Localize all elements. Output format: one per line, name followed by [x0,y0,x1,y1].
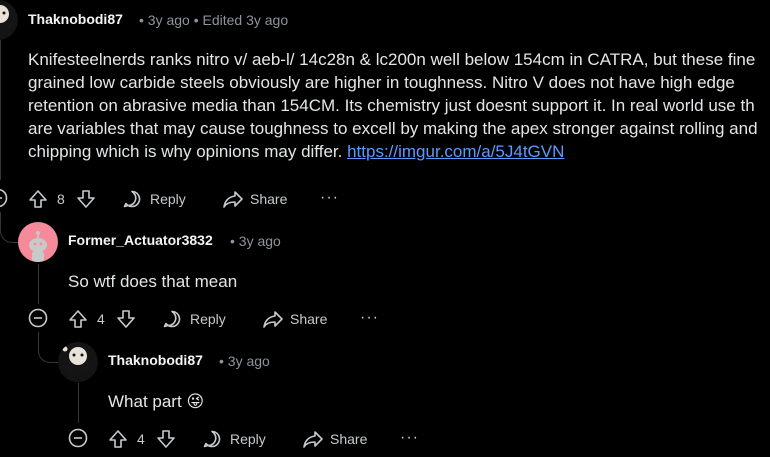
upvote-icon [69,310,87,328]
overflow-menu-button[interactable]: ··· [360,309,379,327]
overflow-menu-button[interactable]: ··· [320,189,339,207]
comment-body-line: Knifesteelnerds ranks nitro v/ aeb-l/ 14… [28,50,756,69]
reply-button[interactable]: Reply [122,189,186,209]
comment-body: Knifesteelnerds ranks nitro v/ aeb-l/ 14… [28,48,758,163]
comment-author[interactable]: Former_Actuator3832 [68,232,213,248]
downvote-icon [77,190,95,208]
downvote-button[interactable] [116,309,136,329]
upvote-icon [109,430,127,448]
share-arrow-icon [223,191,243,208]
thread-line-level2 [78,383,79,423]
share-button[interactable]: Share [222,189,287,209]
vote-count: 4 [97,311,105,327]
avatar[interactable] [0,0,18,40]
vote-count: 8 [57,191,65,207]
thread-elbow-2 [38,332,59,363]
share-button[interactable]: Share [262,309,327,329]
comment-body-text: What part [108,392,182,411]
emoji: 😜 [186,392,205,411]
reply-label: Reply [190,311,226,327]
reply-label: Reply [150,191,186,207]
comment-body: What part 😜 [108,390,204,413]
comment-body-text: chipping which is why opinions may diffe… [28,142,343,161]
thread-line-level1 [38,264,39,304]
downvote-icon [157,430,175,448]
comment-body-line: chipping which is why opinions may diffe… [28,140,758,163]
imgur-link[interactable]: https://imgur.com/a/5J4tGVN [347,142,564,161]
comment-meta: • 3y ago [219,353,270,369]
thread-elbow-1 [0,212,19,243]
collapse-button[interactable] [68,428,88,448]
share-arrow-icon [303,431,323,448]
collapse-icon [28,308,48,328]
share-label: Share [330,431,368,447]
reddit-snoo-avatar-icon [29,231,47,262]
downvote-button[interactable] [156,429,176,449]
comment-body-line: grained low carbide steels obviously are… [28,73,735,92]
upvote-icon [29,190,47,208]
downvote-icon [117,310,135,328]
share-arrow-icon [263,311,283,328]
bearded-avatar-icon [0,5,12,31]
vote-count: 4 [137,431,145,447]
reply-bubble-icon [123,190,141,208]
overflow-menu-button[interactable]: ··· [400,429,419,447]
downvote-button[interactable] [76,189,96,209]
share-button[interactable]: Share [302,429,367,449]
comment-author[interactable]: Thaknobodi87 [28,11,123,27]
comment-body-line: are variables that may cause toughness t… [28,119,758,138]
reply-label: Reply [230,431,266,447]
avatar[interactable] [18,222,58,262]
bearded-avatar-icon [62,346,90,373]
collapse-icon [0,188,8,208]
reply-bubble-icon [163,310,181,328]
reply-bubble-icon [203,430,221,448]
upvote-button[interactable] [68,309,88,329]
collapse-button[interactable] [28,308,48,328]
collapse-icon [68,428,88,448]
upvote-button[interactable] [28,189,48,209]
share-label: Share [290,311,328,327]
comment-body: So wtf does that mean [68,272,238,291]
share-label: Share [250,191,288,207]
reply-button[interactable]: Reply [202,429,266,449]
avatar[interactable] [58,342,98,382]
thread-line-root [0,40,1,180]
collapse-button[interactable] [0,188,8,208]
comment-meta: • 3y ago • Edited 3y ago [139,12,289,28]
comment-meta: • 3y ago [230,233,281,249]
comment-body-line: retention on abrasive media than 154CM. … [28,96,755,115]
reply-button[interactable]: Reply [162,309,226,329]
comment-author[interactable]: Thaknobodi87 [108,352,203,368]
upvote-button[interactable] [108,429,128,449]
